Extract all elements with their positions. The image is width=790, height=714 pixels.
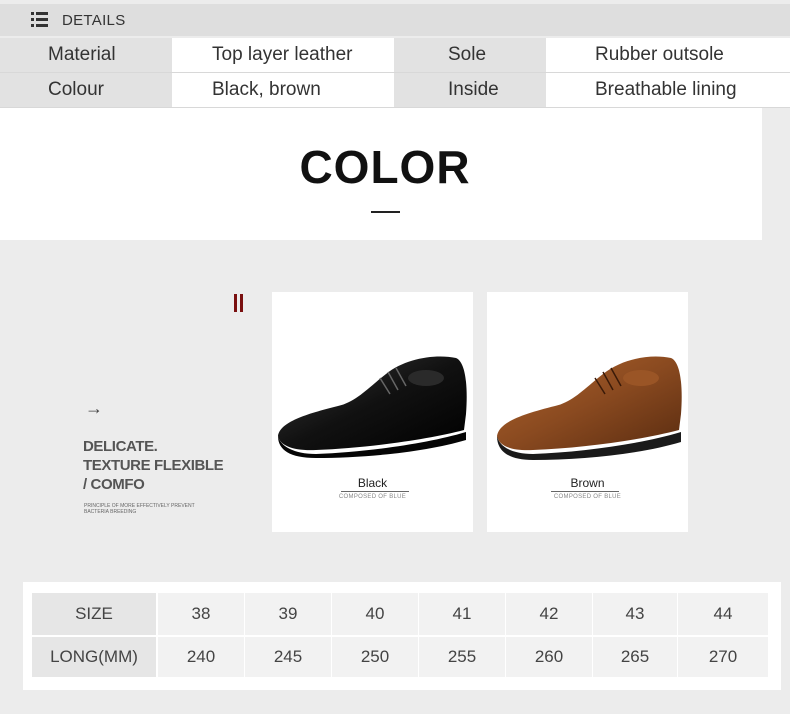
title-underline — [371, 211, 400, 213]
spec-value-colour: Black, brown — [172, 73, 394, 107]
arrow-right-icon: → — [85, 398, 103, 418]
black-shoe-image — [278, 356, 467, 458]
color-card-brown[interactable]: Brown COMPOSED OF BLUE — [487, 292, 688, 532]
spec-label-colour: Colour — [0, 73, 172, 107]
spec-label-material: Material — [0, 38, 172, 72]
slogan-text: DELICATE. TEXTURE FLEXIBLE / COMFO — [83, 437, 224, 494]
size-cell: 44 — [678, 593, 768, 635]
length-cell: 250 — [332, 637, 418, 677]
size-table: SIZE 38 39 40 41 42 43 44 LONG(MM) 240 2… — [23, 582, 781, 690]
color-title: COLOR — [299, 141, 471, 193]
brown-shoe-image — [497, 356, 682, 460]
spec-table: Material Top layer leather Sole Rubber o… — [0, 38, 790, 108]
length-cell: 265 — [593, 637, 677, 677]
size-cell: 43 — [593, 593, 677, 635]
card-subtitle: COMPOSED OF BLUE — [338, 494, 407, 500]
card-rule — [551, 491, 619, 492]
card-rule — [341, 491, 409, 492]
length-cell: 245 — [245, 637, 331, 677]
long-mm-label: LONG(MM) — [32, 637, 156, 677]
slogan-line: DELICATE. — [83, 438, 158, 455]
spec-value-material: Top layer leather — [172, 38, 394, 72]
length-cell: 260 — [506, 637, 592, 677]
slogan-line: / COMFO — [83, 476, 145, 493]
size-cell: 41 — [419, 593, 505, 635]
spec-value-inside: Breathable lining — [546, 73, 790, 107]
spec-value-sole: Rubber outsole — [546, 38, 790, 72]
card-subtitle: COMPOSED OF BLUE — [553, 494, 622, 500]
length-cell: 270 — [678, 637, 768, 677]
slogan-line: TEXTURE FLEXIBLE — [83, 457, 224, 474]
length-cell: 240 — [158, 637, 244, 677]
list-icon — [30, 10, 50, 30]
card-label-black: Black — [357, 476, 388, 490]
spec-label-inside: Inside — [394, 73, 546, 107]
details-title: DETAILS — [62, 12, 126, 29]
length-cell: 255 — [419, 637, 505, 677]
spec-label-sole: Sole — [394, 38, 546, 72]
color-card-black[interactable]: Black COMPOSED OF BLUE — [272, 292, 473, 532]
size-cell: 39 — [245, 593, 331, 635]
size-cell: 38 — [158, 593, 244, 635]
size-cell: 40 — [332, 593, 418, 635]
size-cell: 42 — [506, 593, 592, 635]
slogan-fine-print: PRINCIPLE OF MORE EFFECTIVELY PREVENT BA… — [84, 503, 195, 515]
pause-icon — [234, 294, 244, 312]
spec-divider — [0, 72, 790, 73]
size-header-label: SIZE — [32, 593, 156, 635]
card-label-brown: Brown — [570, 476, 605, 490]
fine-print-line: BACTERIA BREEDING — [84, 509, 137, 515]
